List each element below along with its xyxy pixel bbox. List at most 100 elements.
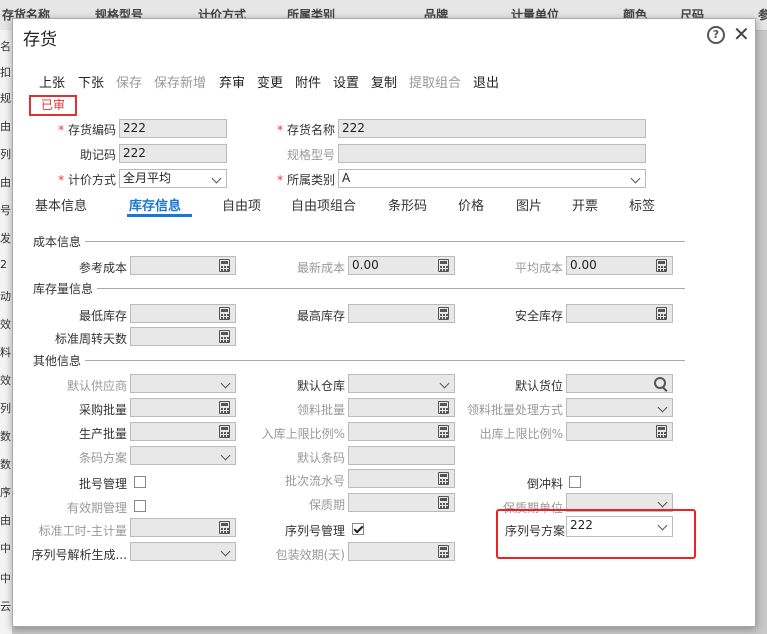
help-icon[interactable]: ? — [707, 26, 725, 44]
calculator-icon[interactable] — [656, 425, 667, 438]
pricing-select[interactable]: 全月平均 — [119, 169, 227, 188]
avg-cost-field[interactable]: 0.00 — [566, 256, 673, 275]
barcode-scheme-select[interactable] — [130, 446, 236, 465]
safety-stock-field[interactable] — [566, 304, 673, 323]
category-select[interactable]: A — [338, 169, 646, 188]
bg-cell: 扣 — [0, 66, 11, 79]
calculator-icon[interactable] — [219, 259, 230, 272]
pick-batch-method-select[interactable] — [566, 398, 673, 417]
std-hours-field[interactable] — [130, 518, 236, 537]
name-label-text: 存货名称 — [286, 123, 335, 137]
close-icon[interactable]: ✕ — [733, 22, 750, 46]
min-stock-field[interactable] — [130, 304, 236, 323]
mnemonic-field[interactable]: 222 — [119, 144, 227, 163]
out-limit-field[interactable] — [566, 422, 673, 441]
section-other: 其他信息 — [33, 354, 82, 368]
calculator-icon[interactable] — [219, 401, 230, 414]
bg-cell: 效 — [0, 374, 11, 387]
backflush-checkbox[interactable] — [569, 476, 581, 488]
abandon-audit-button[interactable]: 弃审 — [219, 72, 245, 91]
calculator-icon[interactable] — [438, 496, 449, 509]
calculator-icon[interactable] — [438, 472, 449, 485]
exit-button[interactable]: 退出 — [473, 72, 499, 91]
calculator-icon[interactable] — [438, 259, 449, 272]
default-warehouse-label: 默认仓库 — [296, 379, 345, 393]
inventory-dialog: 存货 ? ✕ 上张 下张 保存 保存新增 弃审 变更 附件 设置 复制 提取组合… — [12, 18, 756, 627]
pack-life-field[interactable] — [348, 542, 455, 561]
tab-stock-info[interactable]: 库存信息 — [129, 195, 181, 214]
batch-mgmt-checkbox[interactable] — [134, 476, 146, 488]
section-cost: 成本信息 — [33, 235, 82, 249]
calculator-icon[interactable] — [438, 307, 449, 320]
required-mark: * — [58, 173, 65, 187]
next-button[interactable]: 下张 — [78, 72, 104, 91]
backflush-label: 倒冲料 — [526, 477, 563, 491]
shelf-life-label: 保质期 — [308, 498, 345, 512]
bg-cell: 2 — [0, 258, 7, 271]
serial-mgmt-checkbox[interactable] — [352, 523, 364, 535]
calculator-icon[interactable] — [656, 307, 667, 320]
category-label-text: 所属类别 — [286, 173, 335, 187]
required-mark: * — [277, 173, 284, 187]
calculator-icon[interactable] — [219, 425, 230, 438]
pick-batch-field[interactable] — [348, 398, 455, 417]
settings-button[interactable]: 设置 — [333, 72, 359, 91]
ref-cost-field[interactable] — [130, 256, 236, 275]
save-new-button[interactable]: 保存新增 — [154, 72, 206, 91]
expiry-mgmt-checkbox[interactable] — [134, 500, 146, 512]
calculator-icon[interactable] — [219, 521, 230, 534]
section-divider — [85, 360, 685, 361]
prev-button[interactable]: 上张 — [39, 72, 65, 91]
safety-stock-label: 安全库存 — [514, 309, 563, 323]
attachment-button[interactable]: 附件 — [295, 72, 321, 91]
serial-parse-select[interactable] — [130, 542, 236, 561]
calculator-icon[interactable] — [438, 545, 449, 558]
extract-combo-button[interactable]: 提取组合 — [409, 72, 461, 91]
code-field[interactable]: 222 — [119, 119, 227, 138]
tab-free-item[interactable]: 自由项 — [222, 195, 261, 214]
in-limit-label: 入库上限比例% — [261, 427, 345, 441]
save-button[interactable]: 保存 — [116, 72, 142, 91]
batch-serial-field[interactable] — [348, 469, 455, 488]
serial-parse-label: 序列号解析生成... — [31, 548, 127, 562]
tab-barcode[interactable]: 条形码 — [388, 195, 427, 214]
tab-image[interactable]: 图片 — [516, 195, 542, 214]
copy-button[interactable]: 复制 — [371, 72, 397, 91]
default-barcode-field[interactable] — [348, 446, 455, 465]
name-field[interactable]: 222 — [338, 119, 646, 138]
latest-cost-field[interactable]: 0.00 — [348, 256, 455, 275]
default-supplier-select[interactable] — [130, 374, 236, 393]
section-stock: 库存量信息 — [33, 282, 94, 296]
tab-label[interactable]: 标签 — [629, 195, 655, 214]
change-button[interactable]: 变更 — [257, 72, 283, 91]
pick-batch-label: 领料批量 — [296, 403, 345, 417]
default-warehouse-select[interactable] — [348, 374, 455, 393]
tab-invoice[interactable]: 开票 — [572, 195, 598, 214]
calculator-icon[interactable] — [219, 307, 230, 320]
bg-cell: 动 — [0, 290, 11, 303]
calculator-icon[interactable] — [656, 259, 667, 272]
tab-price[interactable]: 价格 — [458, 195, 484, 214]
in-limit-field[interactable] — [348, 422, 455, 441]
max-stock-field[interactable] — [348, 304, 455, 323]
bg-cell: 规 — [0, 92, 11, 105]
tab-free-combo[interactable]: 自由项组合 — [291, 195, 356, 214]
purchase-batch-field[interactable] — [130, 398, 236, 417]
batch-mgmt-label: 批号管理 — [78, 477, 127, 491]
calculator-icon[interactable] — [219, 330, 230, 343]
mnemonic-label: 助记码 — [79, 148, 116, 162]
calculator-icon[interactable] — [438, 401, 449, 414]
calculator-icon[interactable] — [438, 425, 449, 438]
search-icon[interactable] — [654, 377, 666, 389]
required-mark: * — [58, 123, 65, 137]
turnover-days-field[interactable] — [130, 327, 236, 346]
dialog-title: 存货 — [23, 30, 57, 50]
default-location-field[interactable] — [566, 374, 673, 393]
tab-basic-info[interactable]: 基本信息 — [35, 195, 87, 214]
spec-field[interactable] — [338, 144, 646, 163]
ref-cost-label: 参考成本 — [78, 261, 127, 275]
shelf-life-field[interactable] — [348, 493, 455, 512]
latest-cost-value: 0.00 — [352, 258, 379, 272]
production-batch-field[interactable] — [130, 422, 236, 441]
pricing-value: 全月平均 — [123, 171, 172, 185]
